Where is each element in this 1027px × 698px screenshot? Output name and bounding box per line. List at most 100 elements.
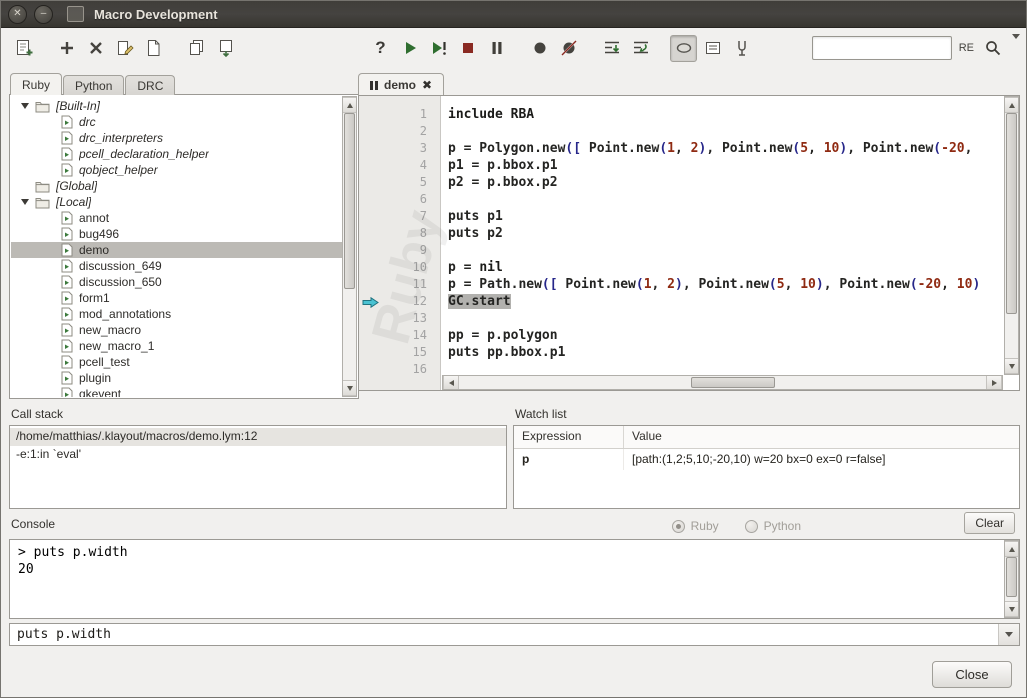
run-from-current-button[interactable] [425, 35, 452, 62]
line-number-6[interactable]: 6 [359, 192, 440, 209]
expander-icon[interactable] [21, 103, 29, 109]
new-macro-button[interactable] [10, 35, 37, 62]
watch-row[interactable]: p[path:(1,2;5,10;-20,10) w=20 bx=0 ex=0 … [514, 449, 1019, 470]
tree-item-annot[interactable]: annot [11, 210, 342, 226]
code-line-11[interactable]: p = Path.new([ Point.new(1, 2), Point.ne… [442, 277, 1003, 294]
code-area[interactable]: include RBA p = Polygon.new([ Point.new(1… [442, 96, 1003, 390]
tree-item-qkevent[interactable]: qkevent [11, 386, 342, 397]
tree-item-mod-annotations[interactable]: mod_annotations [11, 306, 342, 322]
pause-button[interactable] [483, 35, 510, 62]
line-number-8[interactable]: 8 [359, 226, 440, 243]
console-scroll-thumb[interactable] [1006, 557, 1017, 597]
clear-breakpoints-button[interactable] [555, 35, 582, 62]
radio-ruby[interactable]: Ruby [672, 519, 719, 533]
help-button[interactable]: ? [367, 35, 394, 62]
code-line-6[interactable] [442, 192, 1003, 209]
column-header-value[interactable]: Value [624, 426, 1019, 448]
line-number-14[interactable]: 14 [359, 328, 440, 345]
tree-scroll-thumb[interactable] [344, 113, 355, 289]
tab-python[interactable]: Python [63, 75, 124, 95]
add-button[interactable] [53, 35, 80, 62]
save-button[interactable] [212, 35, 239, 62]
properties-button[interactable] [699, 35, 726, 62]
expander-icon[interactable] [21, 199, 29, 205]
rename-button[interactable] [111, 35, 138, 62]
code-line-5[interactable]: p2 = p.bbox.p2 [442, 175, 1003, 192]
scroll-down-icon[interactable] [343, 380, 356, 396]
tab-demo[interactable]: demo ✖ [358, 73, 444, 95]
step-into-button[interactable] [598, 35, 625, 62]
tree-vertical-scrollbar[interactable] [342, 96, 357, 397]
code-line-4[interactable]: p1 = p.bbox.p1 [442, 158, 1003, 175]
code-line-15[interactable]: puts pp.bbox.p1 [442, 345, 1003, 362]
code-line-10[interactable]: p = nil [442, 260, 1003, 277]
code-line-8[interactable]: puts p2 [442, 226, 1003, 243]
tree-item-pcell-declaration-helper[interactable]: pcell_declaration_helper [11, 146, 342, 162]
column-header-expression[interactable]: Expression [514, 426, 624, 448]
tree-item-drc-interpreters[interactable]: drc_interpreters [11, 130, 342, 146]
line-number-13[interactable]: 13 [359, 311, 440, 328]
scroll-right-icon[interactable] [986, 376, 1002, 389]
line-number-11[interactable]: 11 [359, 277, 440, 294]
tab-ruby[interactable]: Ruby [10, 73, 62, 95]
tree-item-built-in[interactable]: [Built-In] [11, 98, 342, 114]
save-all-button[interactable] [183, 35, 210, 62]
code-line-12[interactable]: GC.start [442, 294, 1003, 311]
scroll-up-icon[interactable] [343, 97, 356, 113]
search-button[interactable] [982, 35, 1004, 62]
line-number-2[interactable]: 2 [359, 124, 440, 141]
scroll-down-icon[interactable] [1005, 358, 1018, 374]
line-number-3[interactable]: 3 [359, 141, 440, 158]
run-button[interactable] [396, 35, 423, 62]
import-button[interactable] [140, 35, 167, 62]
delete-button[interactable] [82, 35, 109, 62]
scroll-up-icon[interactable] [1005, 541, 1018, 557]
clear-button[interactable]: Clear [964, 512, 1015, 534]
tree-item-plugin[interactable]: plugin [11, 370, 342, 386]
line-number-5[interactable]: 5 [359, 175, 440, 192]
tree-item-discussion-649[interactable]: discussion_649 [11, 258, 342, 274]
call-stack-item[interactable]: /home/matthias/.klayout/macros/demo.lym:… [10, 428, 506, 446]
tree-item-pcell-test[interactable]: pcell_test [11, 354, 342, 370]
call-stack-item[interactable]: -e:1:in `eval' [10, 446, 506, 464]
code-line-1[interactable]: include RBA [442, 107, 1003, 124]
minimize-window-button[interactable]: – [34, 5, 53, 24]
console-vertical-scrollbar[interactable] [1004, 540, 1019, 618]
search-input[interactable] [812, 36, 952, 60]
line-number-16[interactable]: 16 [359, 362, 440, 379]
line-number-1[interactable]: 1 [359, 107, 440, 124]
search-options-chevron[interactable] [1012, 39, 1020, 57]
tab-drc[interactable]: DRC [125, 75, 175, 95]
code-line-7[interactable]: puts p1 [442, 209, 1003, 226]
code-line-13[interactable] [442, 311, 1003, 328]
setup-button[interactable] [728, 35, 755, 62]
code-line-14[interactable]: pp = p.polygon [442, 328, 1003, 345]
code-line-2[interactable] [442, 124, 1003, 141]
scroll-left-icon[interactable] [443, 376, 459, 389]
console-input[interactable] [10, 627, 998, 642]
line-number-15[interactable]: 15 [359, 345, 440, 362]
tree-item-drc[interactable]: drc [11, 114, 342, 130]
scroll-down-icon[interactable] [1005, 601, 1018, 617]
tree-item-form1[interactable]: form1 [11, 290, 342, 306]
stop-button[interactable] [454, 35, 481, 62]
editor-vscroll-thumb[interactable] [1006, 113, 1017, 314]
close-tab-icon[interactable]: ✖ [422, 79, 432, 91]
tree-item-bug496[interactable]: bug496 [11, 226, 342, 242]
line-number-12[interactable]: 12 [359, 294, 440, 311]
step-over-button[interactable] [627, 35, 654, 62]
editor-vertical-scrollbar[interactable] [1004, 96, 1019, 375]
editor-hscroll-thumb[interactable] [691, 377, 775, 388]
radio-python[interactable]: Python [745, 519, 801, 533]
close-window-button[interactable]: ✕ [8, 5, 27, 24]
tree-item-new-macro-1[interactable]: new_macro_1 [11, 338, 342, 354]
tree-item-demo[interactable]: demo [11, 242, 342, 258]
console-history-dropdown[interactable] [998, 624, 1019, 645]
code-line-9[interactable] [442, 243, 1003, 260]
tree-item-local[interactable]: [Local] [11, 194, 342, 210]
line-number-10[interactable]: 10 [359, 260, 440, 277]
code-line-3[interactable]: p = Polygon.new([ Point.new(1, 2), Point… [442, 141, 1003, 158]
line-number-9[interactable]: 9 [359, 243, 440, 260]
scroll-up-icon[interactable] [1005, 97, 1018, 113]
line-number-4[interactable]: 4 [359, 158, 440, 175]
